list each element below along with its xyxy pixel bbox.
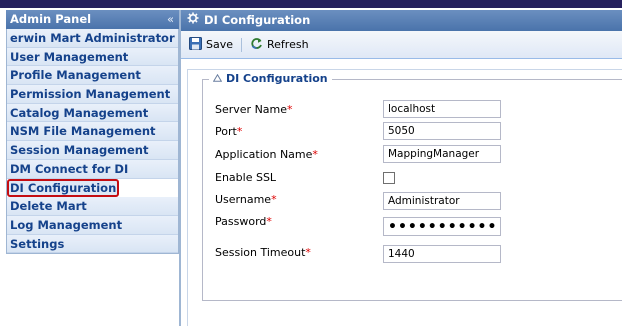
fieldset-legend[interactable]: DI Configuration (209, 72, 332, 85)
sidebar-item-catalog-management[interactable]: Catalog Management (7, 103, 178, 123)
sidebar-item-profile-management[interactable]: Profile Management (7, 66, 178, 86)
main-panel: DI Configuration Save Refresh DI Configu… (180, 10, 622, 326)
port-row: Port* (215, 121, 383, 141)
panel-title: DI Configuration (204, 13, 311, 27)
application-name-field[interactable] (383, 145, 501, 163)
enable-ssl-checkbox[interactable] (383, 172, 395, 184)
required-marker: * (305, 245, 311, 259)
enable-ssl-row: Enable SSL (215, 167, 383, 187)
username-label: Username* (215, 192, 277, 206)
sidebar-header: Admin Panel « (6, 10, 179, 29)
floppy-disk-icon (189, 36, 202, 53)
sidebar-item-log-management[interactable]: Log Management (7, 215, 178, 235)
server-name-label: Server Name* (215, 102, 293, 116)
required-marker: * (287, 102, 293, 116)
session-timeout-label: Session Timeout* (215, 245, 311, 259)
refresh-label: Refresh (267, 38, 309, 51)
password-label: Password* (215, 214, 272, 228)
sidebar-item-dm-connect-for-di[interactable]: DM Connect for DI (7, 159, 178, 179)
gear-icon (187, 10, 199, 31)
required-marker: * (271, 192, 277, 206)
sidebar-nav: erwin Mart Administrator User Management… (6, 29, 179, 255)
sidebar-item-settings[interactable]: Settings (7, 234, 178, 254)
di-configuration-fieldset: DI Configuration Server Name* Port* Appl… (202, 72, 622, 301)
required-marker: * (312, 147, 318, 161)
application-name-row: Application Name* (215, 144, 383, 164)
application-name-label: Application Name* (215, 147, 318, 161)
required-marker: * (266, 214, 272, 228)
required-marker: * (236, 124, 243, 138)
save-label: Save (206, 38, 234, 51)
port-label: Port* (215, 124, 243, 138)
panel-header: DI Configuration (181, 10, 622, 31)
save-button[interactable]: Save (187, 35, 235, 55)
legend-title: DI Configuration (226, 72, 328, 85)
sidebar-item-di-configuration[interactable]: DI Configuration (7, 178, 119, 198)
content-area: DI Configuration Server Name* Port* Appl… (187, 69, 622, 326)
toolbar-separator (241, 37, 243, 52)
sidebar-item-permission-management[interactable]: Permission Management (7, 85, 178, 104)
top-bar (0, 0, 622, 8)
enable-ssl-label: Enable SSL (215, 170, 277, 184)
sidebar-item-user-management[interactable]: User Management (7, 47, 178, 67)
collapse-icon[interactable]: « (167, 10, 174, 29)
password-field[interactable] (383, 217, 501, 236)
password-row: Password* (215, 211, 383, 231)
username-field[interactable] (383, 192, 501, 210)
sidebar-item-nsm-file-management[interactable]: NSM File Management (7, 122, 178, 142)
refresh-button[interactable]: Refresh (248, 35, 311, 55)
collapse-triangle-icon[interactable] (212, 72, 223, 85)
toolbar: Save Refresh (181, 31, 622, 59)
server-name-row: Server Name* (215, 99, 383, 119)
admin-sidebar: Admin Panel « erwin Mart Administrator U… (6, 10, 180, 326)
sidebar-item-delete-mart[interactable]: Delete Mart (7, 197, 178, 216)
session-timeout-field[interactable] (383, 245, 501, 263)
username-row: Username* (215, 189, 383, 209)
sidebar-item-erwin-mart-administrator[interactable]: erwin Mart Administrator (7, 29, 178, 48)
session-timeout-row: Session Timeout* (215, 242, 383, 262)
refresh-icon (250, 37, 263, 53)
sidebar-title: Admin Panel (10, 12, 92, 26)
sidebar-item-session-management[interactable]: Session Management (7, 141, 178, 160)
server-name-field[interactable] (383, 100, 501, 118)
port-field[interactable] (383, 122, 501, 140)
